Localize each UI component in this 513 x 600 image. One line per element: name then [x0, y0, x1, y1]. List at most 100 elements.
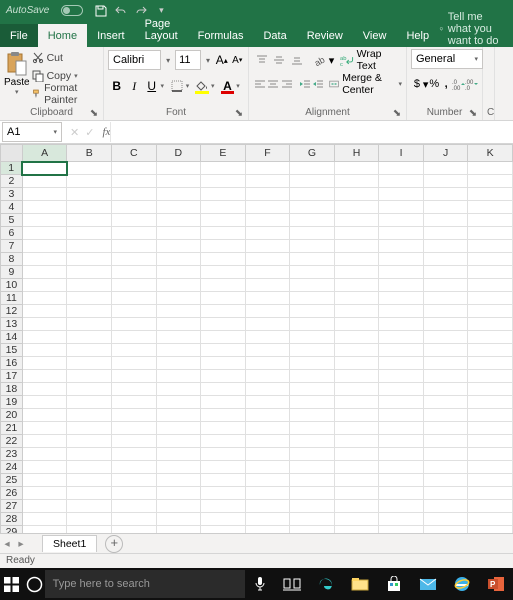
- cell[interactable]: [290, 344, 335, 357]
- cell[interactable]: [290, 435, 335, 448]
- cell[interactable]: [245, 487, 290, 500]
- cell[interactable]: [245, 201, 290, 214]
- cell[interactable]: [22, 266, 67, 279]
- cell[interactable]: [111, 214, 156, 227]
- cell[interactable]: [290, 422, 335, 435]
- cell[interactable]: [201, 513, 246, 526]
- borders-button[interactable]: [168, 76, 185, 96]
- cell[interactable]: [290, 279, 335, 292]
- cell[interactable]: [67, 383, 112, 396]
- chevron-down-icon[interactable]: ▾: [163, 56, 173, 65]
- cell[interactable]: [111, 279, 156, 292]
- cell[interactable]: [468, 266, 513, 279]
- cell[interactable]: [334, 409, 379, 422]
- cell[interactable]: [201, 253, 246, 266]
- cell[interactable]: [111, 240, 156, 253]
- cell[interactable]: [379, 409, 424, 422]
- cell[interactable]: [201, 357, 246, 370]
- cell[interactable]: [423, 513, 468, 526]
- cell[interactable]: [468, 383, 513, 396]
- cell[interactable]: [423, 435, 468, 448]
- cell[interactable]: [111, 500, 156, 513]
- increase-decimal-icon[interactable]: .0.00: [452, 74, 465, 94]
- percent-button[interactable]: %: [428, 74, 440, 94]
- name-box[interactable]: A1 ▾: [2, 122, 62, 142]
- cell[interactable]: [334, 331, 379, 344]
- cell[interactable]: [468, 370, 513, 383]
- cell[interactable]: [156, 357, 201, 370]
- cell[interactable]: [423, 500, 468, 513]
- taskbar-powerpoint-icon[interactable]: P: [479, 568, 513, 600]
- increase-font-icon[interactable]: A▴: [215, 50, 229, 70]
- cell[interactable]: [423, 318, 468, 331]
- cell[interactable]: [67, 422, 112, 435]
- tab-data[interactable]: Data: [253, 24, 296, 47]
- row-header[interactable]: 15: [1, 344, 23, 357]
- cell[interactable]: [468, 461, 513, 474]
- cell[interactable]: [245, 474, 290, 487]
- cell[interactable]: [290, 513, 335, 526]
- cell[interactable]: [379, 344, 424, 357]
- cell[interactable]: [334, 175, 379, 188]
- cell[interactable]: [22, 474, 67, 487]
- row-header[interactable]: 24: [1, 461, 23, 474]
- cell[interactable]: [201, 409, 246, 422]
- tab-page-layout[interactable]: Page Layout: [135, 12, 188, 47]
- row-header[interactable]: 26: [1, 487, 23, 500]
- cell[interactable]: [245, 448, 290, 461]
- cell[interactable]: [201, 214, 246, 227]
- cell[interactable]: [379, 279, 424, 292]
- cell[interactable]: [468, 175, 513, 188]
- cell[interactable]: [334, 240, 379, 253]
- cell[interactable]: [201, 279, 246, 292]
- cell[interactable]: [379, 370, 424, 383]
- cell[interactable]: [111, 201, 156, 214]
- align-left-icon[interactable]: [253, 74, 266, 94]
- dialog-launcher-icon[interactable]: ⬊: [468, 108, 478, 118]
- cell[interactable]: [201, 500, 246, 513]
- cell[interactable]: [290, 448, 335, 461]
- cell[interactable]: [111, 487, 156, 500]
- taskbar-edge-icon[interactable]: [309, 568, 343, 600]
- row-header[interactable]: 5: [1, 214, 23, 227]
- cell[interactable]: [423, 487, 468, 500]
- cell[interactable]: [379, 227, 424, 240]
- cell[interactable]: [111, 422, 156, 435]
- cell[interactable]: [156, 435, 201, 448]
- cell[interactable]: [379, 201, 424, 214]
- column-header[interactable]: A: [22, 145, 67, 162]
- cell[interactable]: [423, 240, 468, 253]
- chevron-down-icon[interactable]: ▾: [211, 82, 219, 90]
- cell[interactable]: [156, 461, 201, 474]
- cell[interactable]: [468, 253, 513, 266]
- cell[interactable]: [423, 370, 468, 383]
- cell[interactable]: [245, 188, 290, 201]
- row-header[interactable]: 8: [1, 253, 23, 266]
- tell-me-search[interactable]: Tell me what you want to do: [439, 11, 513, 47]
- italic-button[interactable]: I: [125, 76, 142, 96]
- cell[interactable]: [379, 331, 424, 344]
- cell[interactable]: [245, 175, 290, 188]
- cell[interactable]: [423, 305, 468, 318]
- orientation-button[interactable]: ab: [311, 50, 328, 70]
- cell[interactable]: [22, 513, 67, 526]
- cell[interactable]: [423, 214, 468, 227]
- cell[interactable]: [290, 500, 335, 513]
- cell[interactable]: [334, 201, 379, 214]
- cell[interactable]: [67, 253, 112, 266]
- cell[interactable]: [67, 435, 112, 448]
- cell[interactable]: [156, 175, 201, 188]
- cell[interactable]: [290, 240, 335, 253]
- cell[interactable]: [22, 435, 67, 448]
- bold-button[interactable]: B: [108, 76, 125, 96]
- cell[interactable]: [201, 370, 246, 383]
- cell[interactable]: [423, 292, 468, 305]
- select-all-button[interactable]: [1, 145, 23, 162]
- cell[interactable]: [379, 422, 424, 435]
- cell[interactable]: [111, 162, 156, 175]
- cell[interactable]: [423, 253, 468, 266]
- cell[interactable]: [67, 240, 112, 253]
- fill-color-button[interactable]: [193, 76, 210, 96]
- wrap-text-button[interactable]: abc Wrap Text: [340, 48, 402, 72]
- cell[interactable]: [111, 526, 156, 534]
